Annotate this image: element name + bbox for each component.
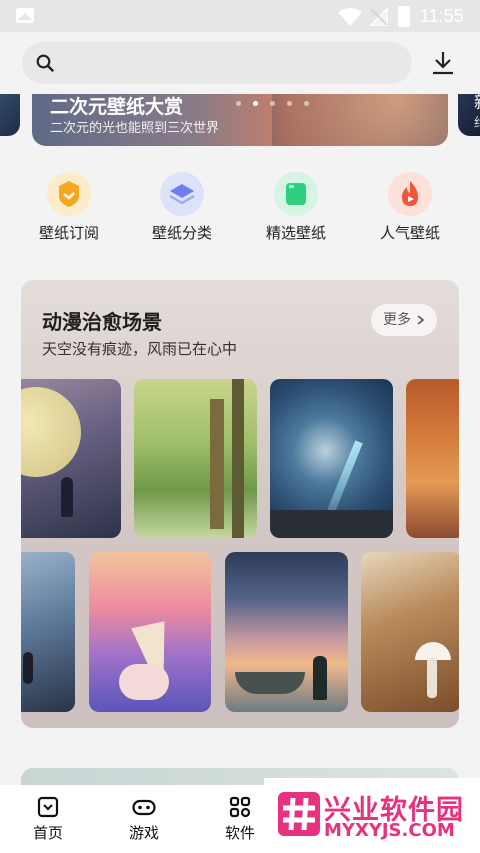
wifi-icon: [338, 8, 362, 26]
status-bar: 11:55: [0, 0, 480, 32]
section-title: 动漫治愈场景: [42, 310, 162, 334]
banner-next-title: 新: [474, 94, 480, 113]
banner-next-card[interactable]: 新 约: [458, 94, 480, 136]
tab-label: 首页: [32, 824, 63, 842]
more-button[interactable]: 更多: [371, 304, 437, 336]
tab-software[interactable]: 软件: [210, 795, 270, 849]
tab-games[interactable]: 游戏: [114, 795, 174, 849]
home-icon: [37, 796, 59, 818]
section-subtitle: 天空没有痕迹，风雨已在心中: [42, 340, 238, 358]
banner-card[interactable]: 二次元壁纸大赏 二次元的光也能照到三次世界: [32, 94, 448, 146]
search-input[interactable]: [66, 42, 396, 84]
clock: 11:55: [420, 6, 464, 26]
category-label: 壁纸分类: [151, 224, 212, 242]
watermark-domain: MYXYJS.COM: [324, 820, 455, 841]
layers-icon: [160, 172, 204, 216]
search-bar[interactable]: [22, 42, 412, 84]
featured-card-icon: [274, 172, 318, 216]
banner-prev-card[interactable]: [0, 94, 20, 136]
gamepad-icon: [132, 799, 156, 816]
category-classify[interactable]: 壁纸分类: [132, 172, 232, 244]
wallpaper-thumbnail[interactable]: [361, 552, 459, 712]
carousel-dot: [304, 101, 309, 106]
more-label: 更多: [383, 312, 411, 328]
category-label: 人气壁纸: [379, 224, 440, 242]
top-bar: [0, 32, 480, 94]
carousel-dots: [236, 101, 309, 106]
wallpaper-thumbnail[interactable]: [270, 379, 393, 538]
carousel-dot-active: [253, 101, 258, 106]
flame-icon: [388, 172, 432, 216]
search-icon: [36, 54, 54, 72]
carousel-dot: [270, 101, 275, 106]
download-icon[interactable]: [430, 50, 456, 76]
wallpaper-thumbnail[interactable]: [134, 379, 257, 538]
banner-title: 二次元壁纸大赏: [50, 96, 184, 118]
no-signal-icon: [370, 8, 388, 26]
chevron-right-icon: [417, 315, 425, 325]
subscribe-badge-icon: [47, 172, 91, 216]
category-subscribe[interactable]: 壁纸订阅: [19, 172, 119, 244]
wallpaper-thumbnail[interactable]: [21, 552, 75, 712]
tab-home[interactable]: 首页: [18, 795, 78, 849]
wallpaper-thumbnail[interactable]: [89, 552, 211, 712]
carousel-dot: [236, 101, 241, 106]
banner-next-subtitle: 约: [474, 112, 480, 131]
wallpaper-thumbnail[interactable]: [225, 552, 348, 712]
wallpaper-thumbnail[interactable]: [406, 379, 459, 538]
carousel-dot: [287, 101, 292, 106]
section-card-anime-healing: 动漫治愈场景 天空没有痕迹，风雨已在心中 更多: [21, 280, 459, 728]
battery-charging-icon: [398, 6, 410, 27]
banner-subtitle: 二次元的光也能照到三次世界: [50, 121, 220, 136]
banner-carousel[interactable]: 二次元壁纸大赏 二次元的光也能照到三次世界 新 约: [0, 94, 480, 150]
tab-label: 软件: [224, 824, 255, 842]
tab-label: 游戏: [128, 824, 159, 842]
hash-logo-icon: [278, 792, 320, 836]
image-icon: [16, 8, 34, 23]
wallpaper-thumbnail[interactable]: [21, 379, 121, 538]
category-label: 精选壁纸: [265, 224, 326, 242]
apps-icon: [229, 796, 251, 818]
category-featured[interactable]: 精选壁纸: [246, 172, 346, 244]
site-watermark: 兴业软件园 MYXYJS.COM: [264, 778, 480, 853]
category-popular[interactable]: 人气壁纸: [360, 172, 460, 244]
category-label: 壁纸订阅: [38, 224, 99, 242]
